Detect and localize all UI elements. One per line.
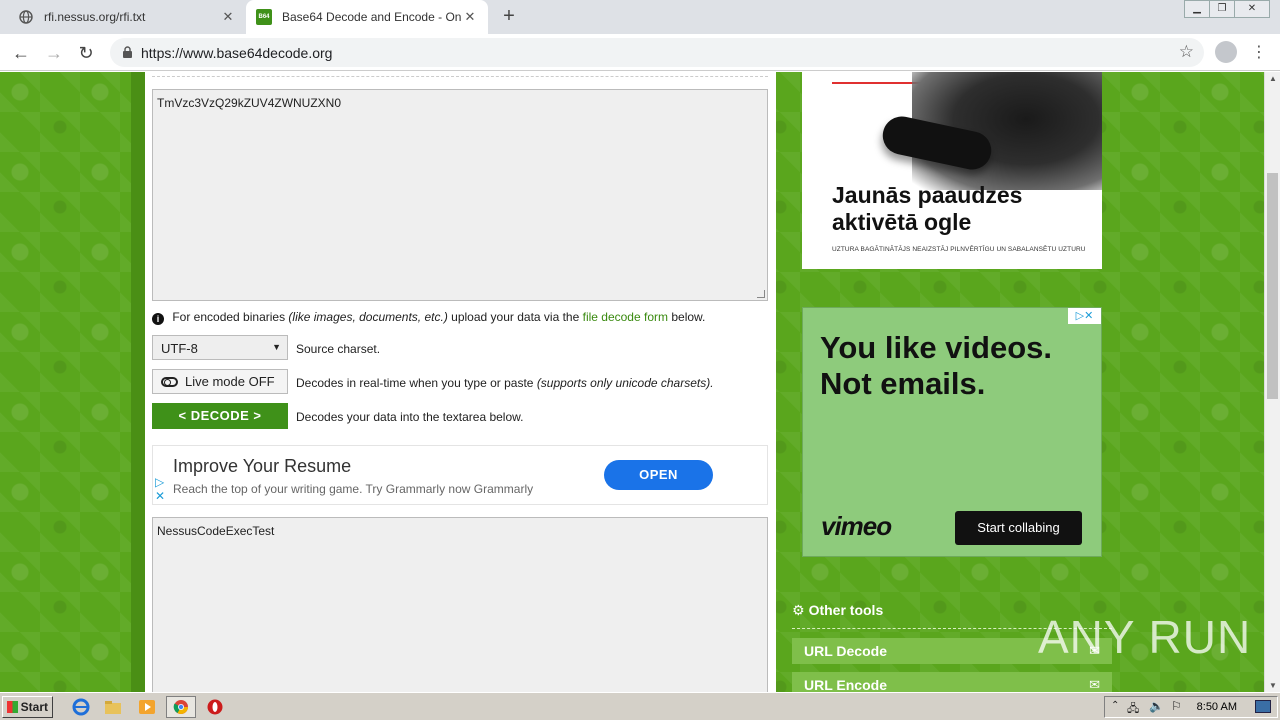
anyrun-watermark: ANY RUN	[1038, 611, 1252, 663]
charset-label: Source charset.	[296, 342, 381, 356]
address-bar[interactable]: https://www.base64decode.org ☆	[110, 38, 1204, 67]
restore-icon[interactable]: ❐	[1209, 0, 1235, 18]
tool-label: URL Decode	[804, 643, 887, 659]
system-tray: ⌃ 🖧 🔈 ⚐ 8:50 AM	[1104, 696, 1278, 718]
main-panel: TmVzc3VzQ29kZUV4ZWNUZXN0 i For encoded b…	[145, 72, 776, 692]
new-tab-button[interactable]: +	[498, 5, 520, 27]
ad-headline: You like videos. Not emails.	[820, 330, 1052, 402]
minimize-icon[interactable]: ▁	[1184, 0, 1210, 18]
bookmark-star-icon[interactable]: ☆	[1179, 42, 1194, 62]
ad-subtitle: Reach the top of your writing game. Try …	[173, 482, 534, 496]
reload-icon[interactable]: ↻	[74, 41, 98, 65]
tab-title: rfi.nessus.org/rfi.txt	[44, 10, 146, 24]
scroll-up-icon[interactable]: ▲	[1265, 74, 1280, 83]
divider	[152, 76, 768, 77]
output-text: NessusCodeExecTest	[157, 524, 275, 538]
live-mode-description: Decodes in real-time when you type or pa…	[296, 376, 714, 390]
decode-button[interactable]: < DECODE >	[152, 403, 288, 429]
browser-menu-icon[interactable]: ⋮	[1251, 42, 1267, 62]
network-icon[interactable]: 🖧	[1127, 700, 1139, 719]
live-mode-toggle[interactable]: Live mode OFF	[152, 369, 288, 394]
adchoices-icon[interactable]: ▷✕	[1068, 308, 1101, 324]
resize-grip-icon[interactable]	[757, 290, 765, 298]
windows-taskbar: Start ⌃ 🖧 🔈 ⚐ 8:50 AM	[0, 692, 1280, 720]
dropdown-arrow-icon: ▼	[272, 342, 281, 352]
browser-tab-bar: rfi.nessus.org/rfi.txt ✕ B64 Base64 Deco…	[0, 0, 1280, 34]
window-close-icon[interactable]: ✕	[1234, 0, 1270, 18]
binary-upload-info: i For encoded binaries (like images, doc…	[152, 310, 705, 325]
ad-headline-line: Jaunās paaudzes	[832, 182, 1023, 208]
lock-icon	[122, 46, 133, 62]
vimeo-ad[interactable]: ▷✕ You like videos. Not emails. vimeo St…	[802, 307, 1102, 557]
show-desktop-icon[interactable]	[1255, 700, 1271, 713]
info-italic: (like images, documents, etc.)	[288, 310, 448, 324]
envelope-icon: ✉	[1089, 677, 1100, 692]
page-viewport: TmVzc3VzQ29kZUV4ZWNUZXN0 i For encoded b…	[0, 72, 1264, 692]
ie-icon[interactable]	[72, 698, 90, 716]
file-decode-form-link[interactable]: file decode form	[583, 310, 668, 324]
ad-open-button[interactable]: OPEN	[604, 460, 713, 490]
tab-rfi-nessus[interactable]: rfi.nessus.org/rfi.txt ✕	[8, 0, 246, 34]
charset-value: UTF-8	[161, 341, 198, 356]
tab-title: Base64 Decode and Encode - Online	[282, 10, 462, 24]
opera-icon[interactable]	[206, 698, 224, 716]
tray-expand-icon[interactable]: ⌃	[1111, 700, 1119, 711]
flag-icon[interactable]: ⚐	[1171, 699, 1182, 713]
info-text: upload your data via the	[451, 310, 580, 324]
start-button[interactable]: Start	[2, 696, 53, 718]
toggle-icon	[161, 377, 178, 387]
scroll-down-icon[interactable]: ▼	[1265, 681, 1280, 690]
input-text: TmVzc3VzQ29kZUV4ZWNUZXN0	[157, 96, 342, 110]
close-tab-icon[interactable]: ✕	[462, 9, 478, 25]
forward-arrow-icon[interactable]: →	[42, 41, 66, 65]
back-arrow-icon[interactable]: ←	[9, 41, 33, 65]
live-mode-label: Live mode OFF	[185, 374, 275, 389]
info-text: below.	[671, 310, 706, 324]
live-mode-desc-italic: (supports only unicode charsets).	[536, 376, 714, 390]
ad-headline-line: You like videos.	[820, 330, 1053, 365]
close-tab-icon[interactable]: ✕	[220, 9, 236, 25]
info-text: For encoded binaries	[172, 310, 286, 324]
decoded-output-textarea[interactable]: NessusCodeExecTest	[152, 517, 768, 692]
start-label: Start	[20, 700, 48, 714]
ad-headline-line: aktivētā ogle	[832, 209, 972, 235]
folder-icon[interactable]	[104, 698, 122, 716]
tool-label: URL Encode	[804, 677, 887, 692]
browser-toolbar: ← → ↻ https://www.base64decode.org ☆ ⋮	[0, 34, 1280, 71]
chrome-taskbar-button[interactable]	[166, 696, 196, 718]
live-mode-desc-text: Decodes in real-time when you type or pa…	[296, 376, 534, 390]
vertical-scrollbar[interactable]: ▲ ▼	[1264, 72, 1280, 692]
other-tools-label: Other tools	[808, 602, 884, 618]
tool-url-encode[interactable]: URL Encode ✉	[792, 672, 1112, 692]
volume-icon[interactable]: 🔈	[1149, 699, 1164, 713]
clock[interactable]: 8:50 AM	[1197, 701, 1237, 713]
other-tools-heading: ⚙ Other tools	[792, 602, 883, 619]
scrollbar-thumb[interactable]	[1267, 173, 1278, 399]
left-accent-strip	[131, 72, 145, 692]
url-text: https://www.base64decode.org	[141, 45, 333, 61]
windows-logo-icon	[7, 701, 18, 713]
info-icon: i	[152, 313, 164, 325]
ad-title[interactable]: Improve Your Resume	[173, 456, 351, 477]
charset-select[interactable]: UTF-8 ▼	[152, 335, 288, 360]
ad-headline: Jaunās paaudzes aktivētā ogle	[832, 182, 1022, 236]
ad-close-icon[interactable]: ✕	[155, 489, 165, 503]
charcoal-ad[interactable]: Jaunās paaudzes aktivētā ogle UZTURA BAG…	[802, 72, 1102, 269]
adchoices-play-icon[interactable]: ▷	[155, 475, 164, 489]
decode-description: Decodes your data into the textarea belo…	[296, 410, 524, 424]
gear-icon: ⚙	[792, 602, 805, 618]
media-player-icon[interactable]	[138, 698, 156, 716]
favicon-text: B64	[258, 14, 270, 20]
start-collabing-button[interactable]: Start collabing	[955, 511, 1082, 545]
encoded-input-textarea[interactable]: TmVzc3VzQ29kZUV4ZWNUZXN0	[152, 89, 768, 301]
ad-headline-line: Not emails.	[820, 366, 986, 401]
globe-icon	[18, 9, 34, 25]
grammarly-ad[interactable]: ▷ ✕ Improve Your Resume Reach the top of…	[152, 445, 768, 505]
profile-avatar-icon[interactable]	[1215, 41, 1237, 63]
vimeo-logo: vimeo	[821, 511, 892, 541]
tab-base64decode[interactable]: B64 Base64 Decode and Encode - Online ✕	[246, 0, 488, 34]
b64-favicon-icon: B64	[256, 9, 272, 25]
ad-disclaimer: UZTURA BAGĀTINĀTĀJS NEAIZSTĀJ PILNVĒRTĪG…	[832, 246, 1086, 253]
